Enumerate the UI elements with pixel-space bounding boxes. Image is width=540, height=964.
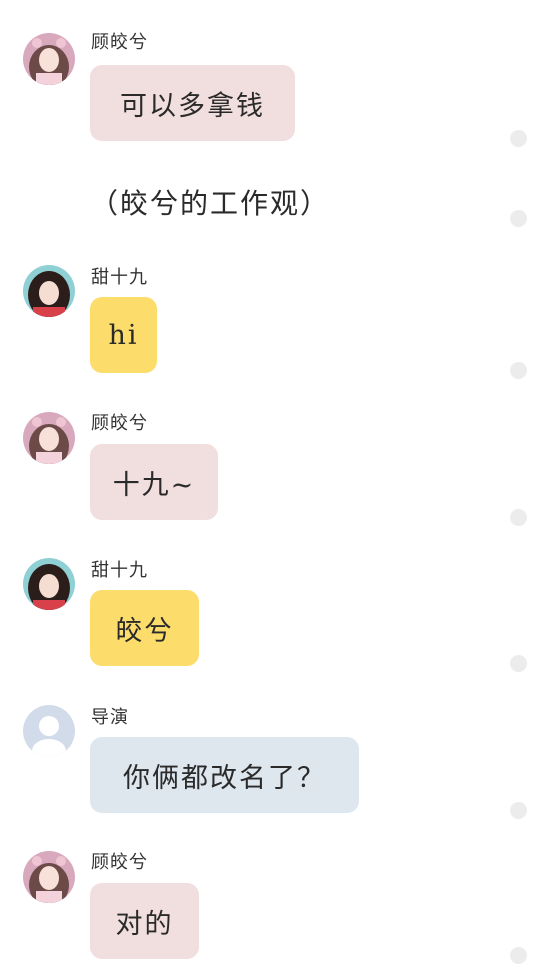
girl-pink-avatar-icon bbox=[23, 851, 75, 903]
speaker-name: 甜十九 bbox=[91, 560, 148, 581]
default-user-avatar-icon bbox=[23, 705, 75, 757]
message-bubble[interactable]: 十九~ bbox=[90, 444, 218, 520]
avatar-daoyan[interactable] bbox=[23, 705, 75, 757]
status-dot bbox=[510, 509, 527, 526]
status-dot bbox=[510, 947, 527, 964]
speaker-name: 甜十九 bbox=[91, 267, 148, 288]
status-dot bbox=[510, 655, 527, 672]
message-bubble[interactable]: 可以多拿钱 bbox=[90, 65, 295, 141]
speaker-name: 顾皎兮 bbox=[91, 413, 148, 434]
narration-text: （皎兮的工作观） bbox=[90, 187, 331, 220]
avatar-tianshijiu[interactable] bbox=[23, 265, 75, 317]
message-bubble[interactable]: 你俩都改名了？ bbox=[90, 737, 359, 813]
avatar-gujiaoxi[interactable] bbox=[23, 851, 75, 903]
status-dot bbox=[510, 362, 527, 379]
girl-teal-avatar-icon bbox=[23, 558, 75, 610]
avatar-gujiaoxi[interactable] bbox=[23, 33, 75, 85]
avatar-tianshijiu[interactable] bbox=[23, 558, 75, 610]
speaker-name: 顾皎兮 bbox=[91, 852, 148, 873]
message-bubble[interactable]: 对的 bbox=[90, 883, 199, 959]
status-dot bbox=[510, 802, 527, 819]
status-dot bbox=[510, 130, 527, 147]
speaker-name: 顾皎兮 bbox=[91, 32, 148, 53]
message-bubble[interactable]: 皎兮 bbox=[90, 590, 199, 666]
status-dot bbox=[510, 210, 527, 227]
avatar-gujiaoxi[interactable] bbox=[23, 412, 75, 464]
girl-pink-avatar-icon bbox=[23, 33, 75, 85]
girl-pink-avatar-icon bbox=[23, 412, 75, 464]
speaker-name: 导演 bbox=[91, 707, 129, 728]
message-bubble[interactable]: hi bbox=[90, 297, 157, 373]
girl-teal-avatar-icon bbox=[23, 265, 75, 317]
